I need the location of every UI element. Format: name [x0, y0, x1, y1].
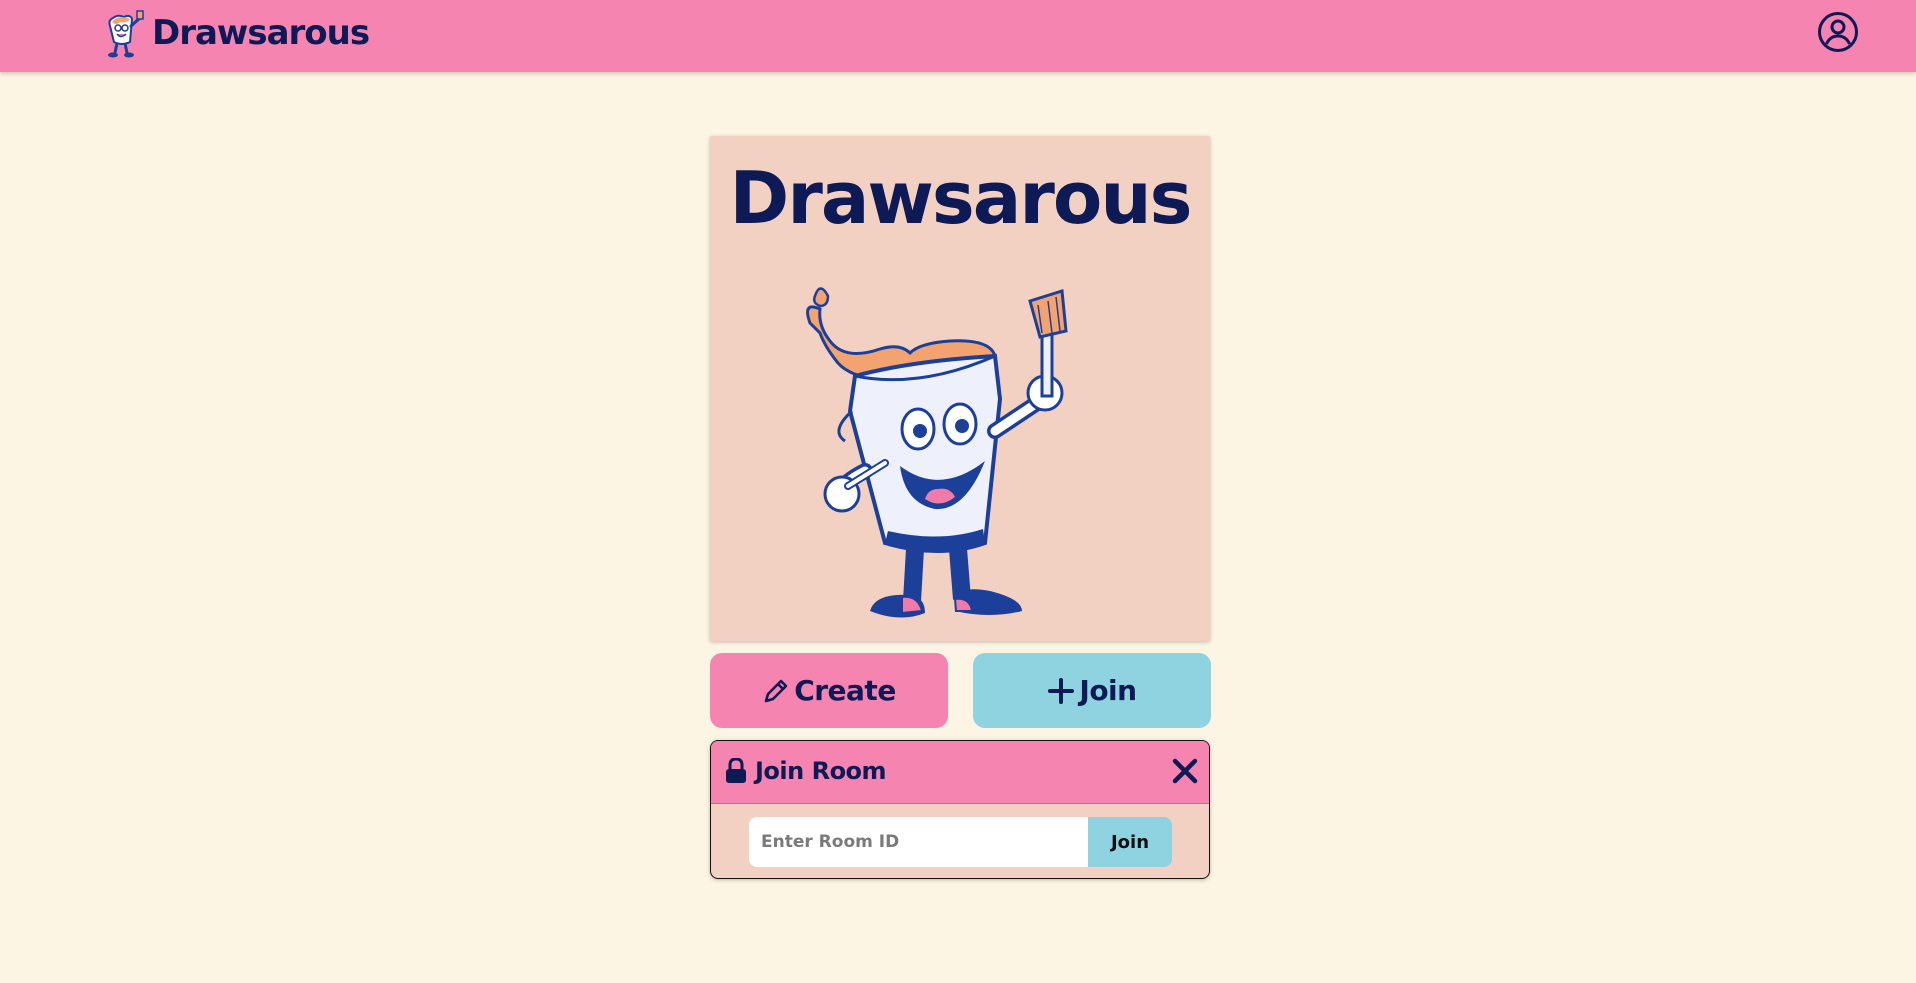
- room-join-submit-button[interactable]: Join: [1088, 817, 1172, 867]
- join-room-header: Join Room: [711, 741, 1209, 804]
- hero-title: Drawsarous: [729, 156, 1193, 240]
- join-room-button[interactable]: Join: [973, 653, 1211, 728]
- join-room-panel: Join Room Join: [710, 740, 1210, 879]
- room-id-input[interactable]: [749, 817, 1089, 867]
- create-room-button[interactable]: Create: [710, 653, 948, 728]
- top-navbar: Drawsarous: [0, 0, 1916, 72]
- lock-icon: [726, 758, 746, 783]
- user-circle-icon: [1818, 12, 1858, 52]
- paint-bucket-mascot-illustration: [806, 287, 1068, 618]
- join-room-title: Join Room: [725, 757, 887, 785]
- hero-card: Drawsarous: [710, 136, 1210, 641]
- plus-icon: [1048, 677, 1075, 704]
- join-button-label: Join: [1079, 674, 1137, 707]
- join-room-title-text: Join Room: [755, 757, 887, 785]
- profile-button[interactable]: [1817, 11, 1859, 53]
- close-icon: [1172, 758, 1198, 784]
- brand-home-link[interactable]: Drawsarous: [100, 8, 370, 58]
- brand-name: Drawsarous: [152, 13, 370, 53]
- close-join-panel-button[interactable]: [1171, 757, 1199, 785]
- pencil-icon: [764, 679, 788, 702]
- paint-bucket-mascot-icon: [108, 10, 144, 58]
- create-button-label: Create: [794, 674, 896, 707]
